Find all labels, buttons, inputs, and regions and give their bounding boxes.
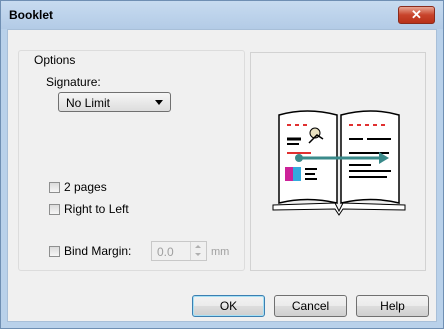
two-pages-checkbox[interactable] xyxy=(49,181,60,193)
two-pages-option[interactable]: 2 pages xyxy=(49,180,107,194)
bind-margin-checkbox[interactable] xyxy=(49,245,60,257)
signature-select[interactable]: No Limit xyxy=(58,92,171,112)
help-button[interactable]: Help xyxy=(356,295,429,317)
close-button[interactable]: ✕ xyxy=(398,6,435,24)
two-pages-label: 2 pages xyxy=(64,180,107,194)
right-to-left-label: Right to Left xyxy=(64,202,129,216)
ok-button[interactable]: OK xyxy=(192,295,265,317)
booklet-dialog: Booklet ✕ Options Signature: No Limit 2 … xyxy=(0,0,444,329)
cancel-button-label: Cancel xyxy=(291,299,330,313)
spin-down-icon[interactable] xyxy=(195,253,201,256)
bind-margin-value: 0.0 xyxy=(157,245,174,259)
booklet-illustration xyxy=(272,110,406,216)
booklet-preview xyxy=(250,52,426,271)
signature-select-value: No Limit xyxy=(66,96,111,110)
spin-up-icon[interactable] xyxy=(195,245,201,248)
cancel-button[interactable]: Cancel xyxy=(274,295,347,317)
window-title: Booklet xyxy=(9,8,54,22)
right-to-left-option[interactable]: Right to Left xyxy=(49,202,129,216)
bind-margin-option[interactable]: Bind Margin: xyxy=(49,244,131,258)
bind-margin-spinner[interactable]: 0.0 xyxy=(151,241,207,261)
ok-button-label: OK xyxy=(219,299,238,313)
close-icon: ✕ xyxy=(411,7,422,22)
bind-margin-unit: mm xyxy=(211,246,230,258)
spin-buttons[interactable] xyxy=(190,242,206,260)
help-button-label: Help xyxy=(380,299,405,313)
dialog-body: Options Signature: No Limit 2 pages Righ… xyxy=(7,29,437,322)
right-to-left-checkbox[interactable] xyxy=(49,203,60,215)
options-group-label: Options xyxy=(32,53,78,67)
signature-label: Signature: xyxy=(46,75,101,89)
title-bar[interactable]: Booklet ✕ xyxy=(1,1,443,29)
book-base xyxy=(272,202,406,216)
chevron-down-icon xyxy=(155,100,163,105)
bind-margin-label: Bind Margin: xyxy=(64,244,132,258)
